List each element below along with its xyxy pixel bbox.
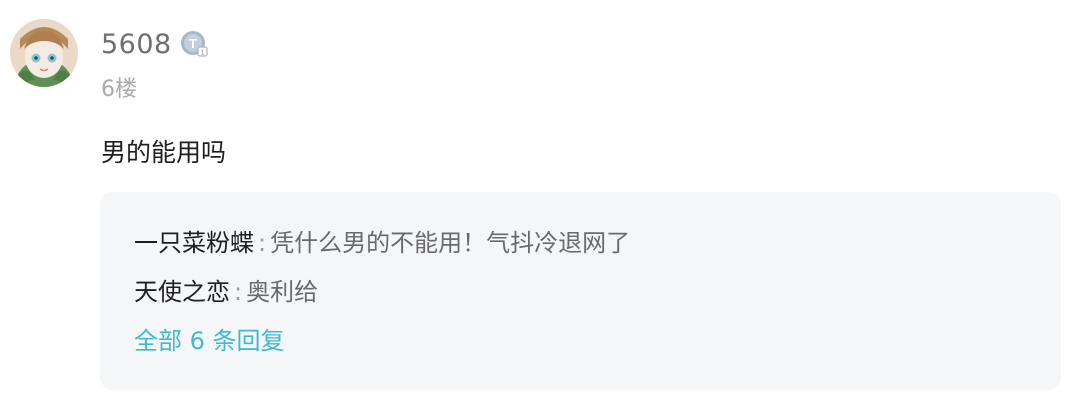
svg-text:T: T [189,36,197,51]
reply-preview-box: 一只菜粉蝶: 凭什么男的不能用！气抖冷退网了 天使之恋: 奥利给 全部 6 条回复 [100,192,1061,390]
reply-text: 奥利给 [246,278,319,306]
comment-content: 男的能用吗 [101,138,227,167]
comment-post: 5608 T 1 6楼 男的能用吗 一只菜粉蝶: 凭什么男的不能用！气抖冷退网了 … [0,0,1080,403]
avatar[interactable] [10,19,78,87]
reply-item: 天使之恋: 奥利给 [134,276,318,308]
reply-author[interactable]: 一只菜粉蝶 [134,229,254,257]
reply-separator: : [258,229,267,257]
floor-number: 6楼 [101,77,137,102]
svg-text:1: 1 [200,50,204,57]
reply-text: 凭什么男的不能用！气抖冷退网了 [270,229,631,257]
reply-author[interactable]: 天使之恋 [134,278,230,306]
username-row: 5608 T 1 [101,24,208,64]
reply-separator: : [234,278,243,306]
reply-item: 一只菜粉蝶: 凭什么男的不能用！气抖冷退网了 [134,227,630,259]
view-all-replies-link[interactable]: 全部 6 条回复 [134,325,285,357]
username[interactable]: 5608 [101,29,172,60]
user-level-badge-icon: T 1 [180,30,208,58]
avatar-image [10,19,78,87]
